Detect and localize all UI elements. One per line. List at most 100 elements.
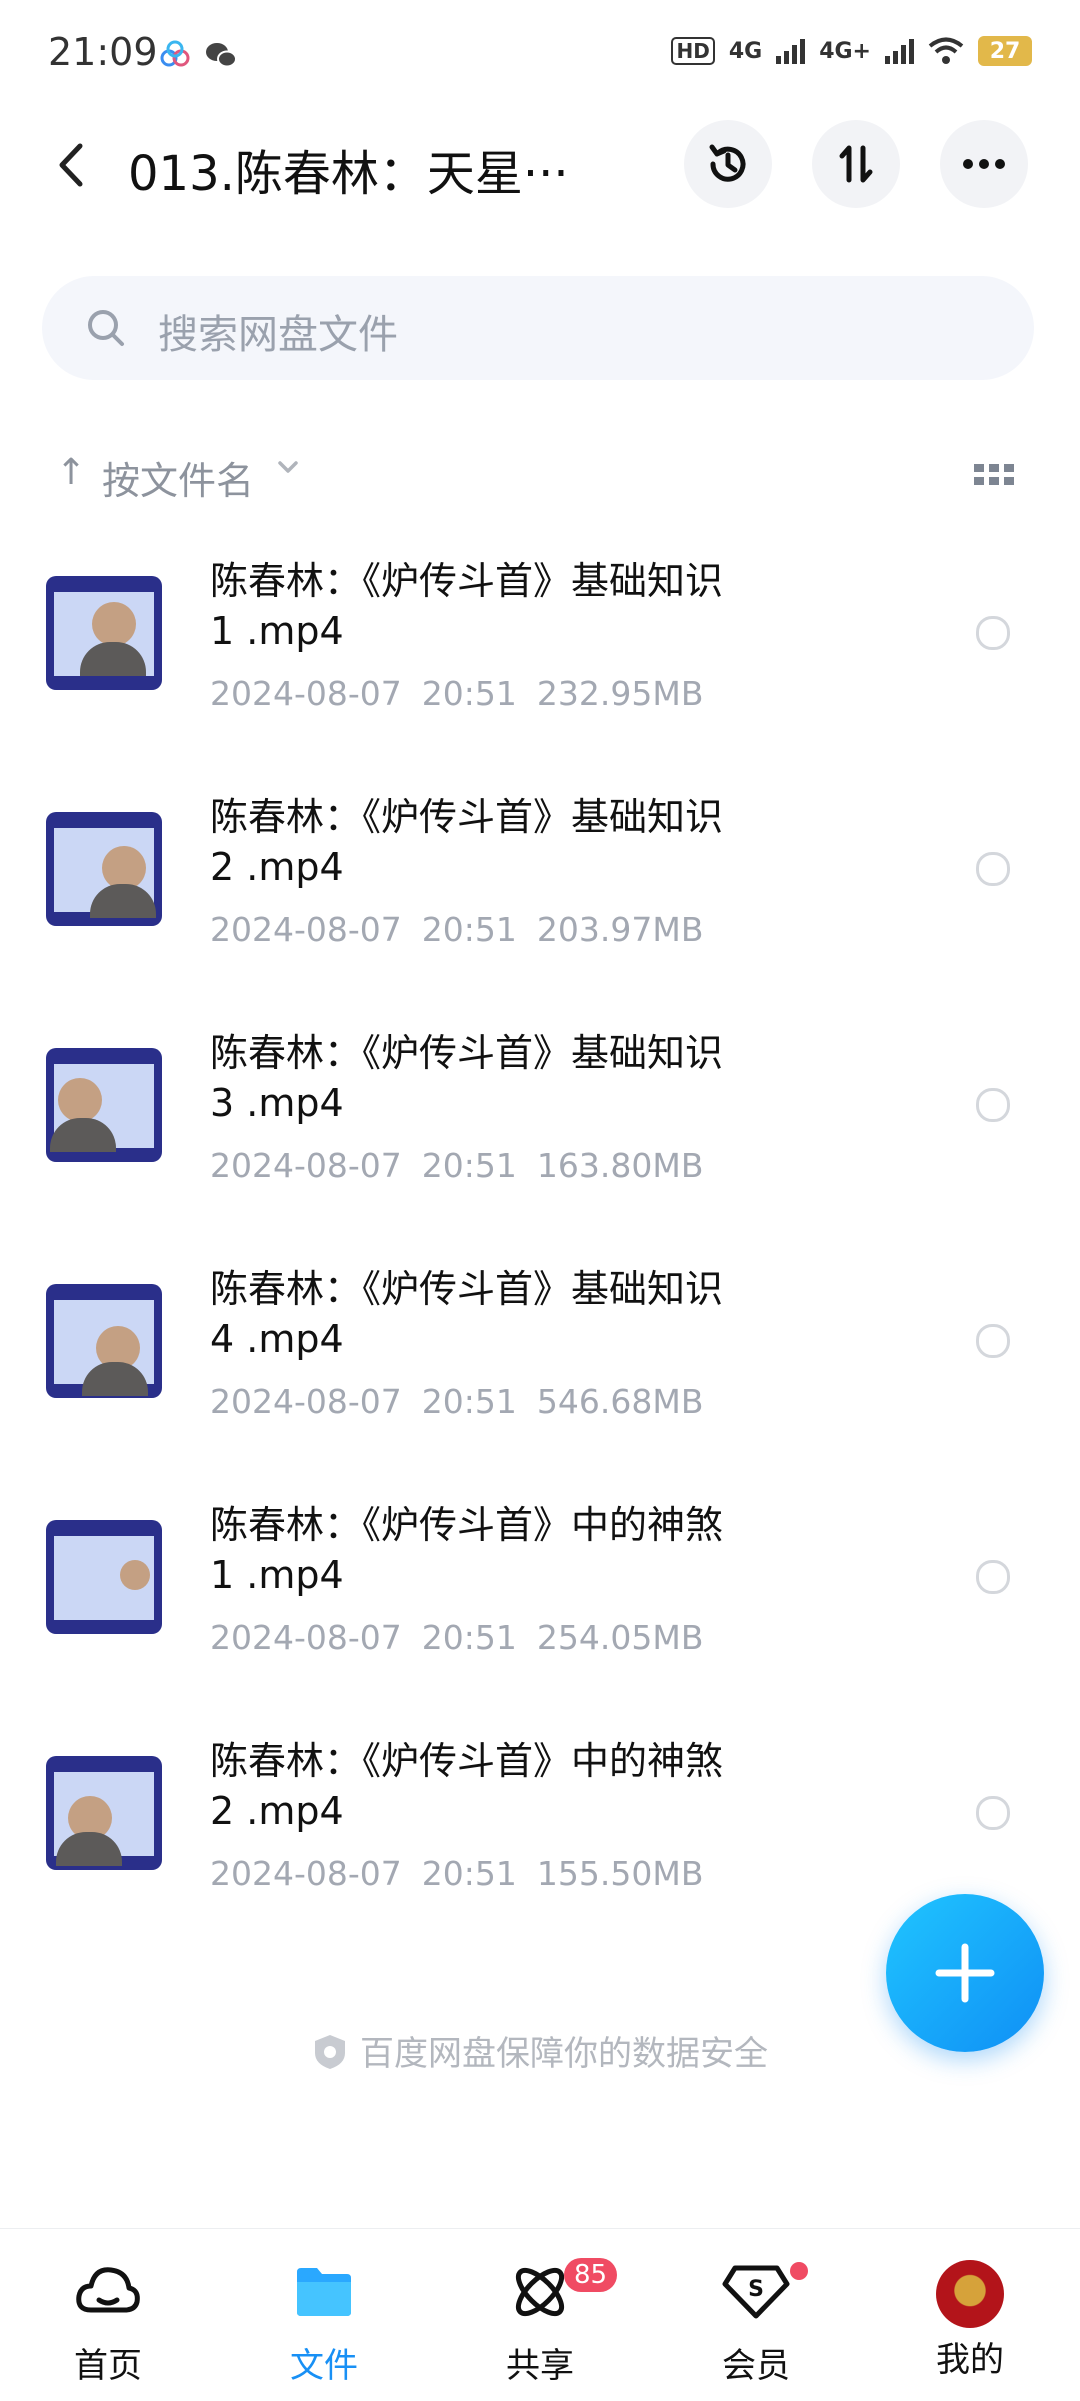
file-size: 155.50MB xyxy=(536,1854,704,1893)
search-placeholder: 搜索网盘文件 xyxy=(158,312,398,358)
video-thumbnail xyxy=(46,812,162,926)
signal-icon xyxy=(885,38,914,64)
grid-view-icon[interactable] xyxy=(974,464,1014,485)
file-row[interactable]: 陈春林：《炉传斗首》基础知识 3 .mp4 2024-08-07 20:51 163… xyxy=(0,1028,1080,1264)
file-name: 陈春林：《炉传斗首》基础知识 4 .mp4 xyxy=(210,1264,850,1364)
file-time: 20:51 xyxy=(421,674,517,713)
file-row[interactable]: 陈春林：《炉传斗首》中的神煞 1 .mp4 2024-08-07 20:51 254… xyxy=(0,1500,1080,1736)
file-date: 2024-08-07 xyxy=(210,1382,402,1421)
wechat-icon xyxy=(206,43,237,68)
file-size: 546.68MB xyxy=(536,1382,704,1421)
file-size: 232.95MB xyxy=(536,674,704,713)
file-name-line1: 陈春林：《炉传斗首》中的神煞 xyxy=(210,1739,724,1783)
file-name: 陈春林：《炉传斗首》基础知识 1 .mp4 xyxy=(210,556,850,656)
history-icon xyxy=(709,144,746,182)
select-radio[interactable] xyxy=(976,616,1010,650)
nav-vip-label: 会员 xyxy=(722,2346,790,2386)
file-date: 2024-08-07 xyxy=(210,674,402,713)
video-thumbnail xyxy=(46,1520,162,1634)
vip-diamond-icon: S xyxy=(722,2265,790,2319)
sort-by-label[interactable]: 按文件名 xyxy=(102,450,254,505)
file-row[interactable]: 陈春林：《炉传斗首》基础知识 4 .mp4 2024-08-07 20:51 546… xyxy=(0,1264,1080,1500)
nav-mine-label: 我的 xyxy=(936,2340,1004,2380)
nav-mine[interactable]: 我的 xyxy=(900,2260,1040,2381)
network-4g-label: 4G xyxy=(728,38,763,64)
signal-icon xyxy=(776,38,806,64)
plus-icon xyxy=(935,1943,995,2003)
wifi-icon xyxy=(928,37,964,64)
file-date: 2024-08-07 xyxy=(210,1618,402,1657)
history-button[interactable] xyxy=(684,120,772,208)
file-name: 陈春林：《炉传斗首》中的神煞 2 .mp4 xyxy=(210,1736,850,1836)
back-arrow-icon[interactable] xyxy=(48,138,96,192)
more-button[interactable] xyxy=(940,120,1028,208)
file-meta: 2024-08-07 20:51 254.05MB xyxy=(210,1618,723,1657)
security-note-text: 百度网盘保障你的数据安全 xyxy=(360,2034,768,2074)
file-meta: 2024-08-07 20:51 203.97MB xyxy=(210,910,723,949)
file-name-line2: 4 .mp4 xyxy=(210,1317,344,1361)
file-name-line1: 陈春林：《炉传斗首》基础知识 xyxy=(210,795,724,839)
file-name: 陈春林：《炉传斗首》中的神煞 1 .mp4 xyxy=(210,1500,850,1600)
file-name: 陈春林：《炉传斗首》基础知识 3 .mp4 xyxy=(210,1028,850,1128)
file-size: 254.05MB xyxy=(536,1618,704,1657)
file-row[interactable]: 陈春林：《炉传斗首》基础知识 1 .mp4 2024-08-07 20:51 232… xyxy=(0,556,1080,792)
nav-share-label: 共享 xyxy=(506,2346,574,2386)
file-name-line2: 2 .mp4 xyxy=(210,1789,344,1833)
file-date: 2024-08-07 xyxy=(210,1146,402,1185)
nav-files-label: 文件 xyxy=(290,2346,358,2386)
transfer-icon xyxy=(839,145,873,183)
file-date: 2024-08-07 xyxy=(210,1854,402,1893)
video-thumbnail xyxy=(46,576,162,690)
file-time: 20:51 xyxy=(421,1618,517,1657)
chevron-down-icon[interactable] xyxy=(276,458,300,476)
file-name-line1: 陈春林：《炉传斗首》基础知识 xyxy=(210,1267,724,1311)
select-radio[interactable] xyxy=(976,1088,1010,1122)
file-time: 20:51 xyxy=(421,1146,517,1185)
select-radio[interactable] xyxy=(976,1796,1010,1830)
file-date: 2024-08-07 xyxy=(210,910,402,949)
file-size: 163.80MB xyxy=(536,1146,704,1185)
hd-indicator: HD xyxy=(671,37,715,65)
home-cloud-icon xyxy=(76,2267,140,2313)
file-meta: 2024-08-07 20:51 232.95MB xyxy=(210,674,723,713)
svg-text:S: S xyxy=(748,2277,764,2302)
nav-home-label: 首页 xyxy=(74,2346,142,2386)
file-meta: 2024-08-07 20:51 163.80MB xyxy=(210,1146,723,1185)
select-radio[interactable] xyxy=(976,852,1010,886)
avatar xyxy=(936,2260,1004,2328)
file-name-line2: 1 .mp4 xyxy=(210,1553,344,1597)
video-thumbnail xyxy=(46,1284,162,1398)
shield-icon xyxy=(315,2035,345,2069)
folder-icon xyxy=(297,2268,351,2316)
share-badge-count: 85 xyxy=(564,2258,618,2292)
file-row[interactable]: 陈春林：《炉传斗首》基础知识 2 .mp4 2024-08-07 20:51 203… xyxy=(0,792,1080,1028)
security-note: 百度网盘保障你的数据安全 xyxy=(0,2026,1080,2075)
folder-title: 013.陈春林：天星··· xyxy=(128,146,569,202)
status-indicators: HD 4G 4G+ 27 xyxy=(671,36,1032,66)
file-name-line2: 3 .mp4 xyxy=(210,1081,344,1125)
nav-home[interactable]: 首页 xyxy=(38,2260,178,2387)
vip-notification-dot xyxy=(790,2262,808,2280)
transfer-button[interactable] xyxy=(812,120,900,208)
network-4g-plus-label: 4G+ xyxy=(819,38,871,64)
file-time: 20:51 xyxy=(421,1382,517,1421)
select-radio[interactable] xyxy=(976,1324,1010,1358)
file-meta: 2024-08-07 20:51 155.50MB xyxy=(210,1854,723,1893)
file-name-line2: 1 .mp4 xyxy=(210,609,344,653)
nav-files[interactable]: 文件 xyxy=(254,2260,394,2387)
video-thumbnail xyxy=(46,1048,162,1162)
file-meta: 2024-08-07 20:51 546.68MB xyxy=(210,1382,723,1421)
search-icon xyxy=(88,310,124,346)
cloud-app-icon xyxy=(160,40,190,67)
share-badge: 85 xyxy=(564,2258,618,2292)
select-radio[interactable] xyxy=(976,1560,1010,1594)
file-name-line1: 陈春林：《炉传斗首》中的神煞 xyxy=(210,1503,724,1547)
battery-icon: 27 xyxy=(978,36,1032,66)
file-time: 20:51 xyxy=(421,1854,517,1893)
file-name-line1: 陈春林：《炉传斗首》基础知识 xyxy=(210,559,724,603)
sort-direction-icon[interactable]: ↑ xyxy=(56,452,86,493)
file-time: 20:51 xyxy=(421,910,517,949)
more-icon xyxy=(963,159,1005,169)
nav-vip[interactable]: S 会员 xyxy=(686,2260,826,2387)
file-size: 203.97MB xyxy=(536,910,704,949)
